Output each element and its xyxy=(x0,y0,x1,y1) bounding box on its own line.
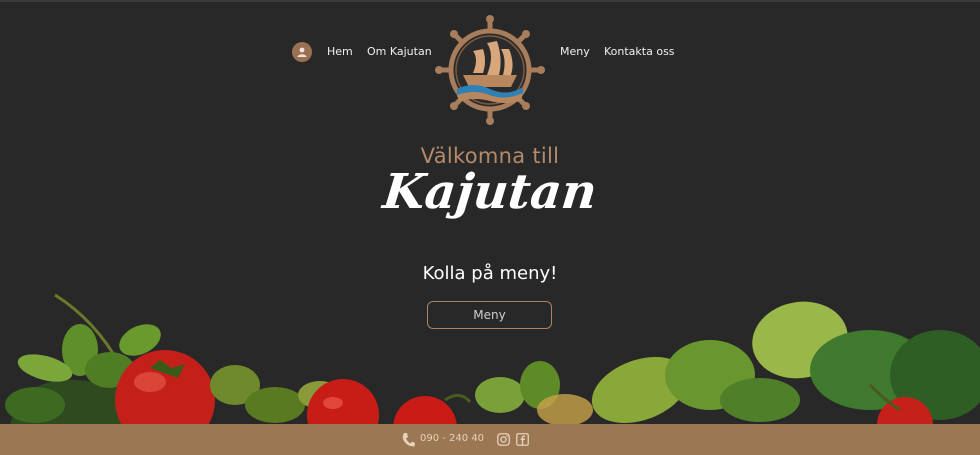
user-icon[interactable] xyxy=(292,42,312,62)
vegetables-image xyxy=(5,293,980,425)
hero-title: Kajutan xyxy=(380,164,600,220)
phone-number[interactable]: 090 - 240 40 xyxy=(420,433,484,444)
footer: 090 - 240 40 xyxy=(0,424,980,455)
cta-text: Kolla på meny! xyxy=(422,263,558,284)
nav-link-kontakta-oss[interactable]: Kontakta oss xyxy=(604,45,675,58)
header-nav: Hem Om Kajutan Meny Kontakta oss xyxy=(0,0,980,125)
nav-link-hem[interactable]: Hem xyxy=(327,45,353,58)
instagram-icon[interactable] xyxy=(497,433,510,446)
nav-link-meny[interactable]: Meny xyxy=(560,45,590,58)
facebook-icon[interactable] xyxy=(516,433,529,446)
phone-icon[interactable] xyxy=(401,432,415,448)
page: Hem Om Kajutan Meny Kontakta oss Välkomn… xyxy=(0,0,980,455)
nav-link-om-kajutan[interactable]: Om Kajutan xyxy=(367,45,432,58)
ship-wheel-logo[interactable] xyxy=(435,15,545,125)
